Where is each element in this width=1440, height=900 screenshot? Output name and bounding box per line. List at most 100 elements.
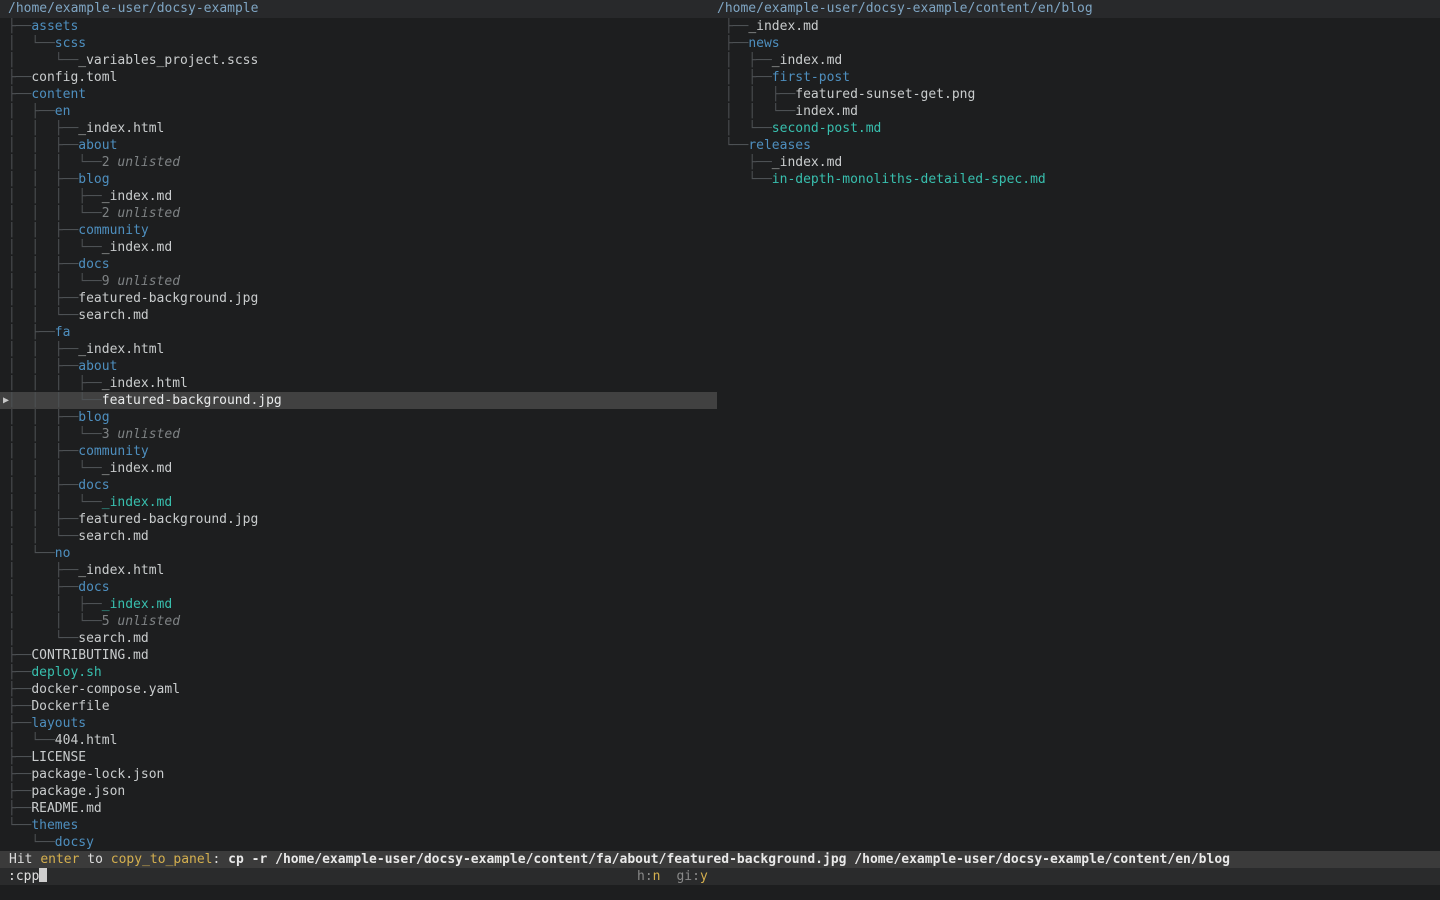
tree-row[interactable]: ├──deploy.sh	[0, 664, 717, 681]
tree-branch: ├──	[0, 87, 31, 102]
status-text: copy_to_panel	[111, 852, 213, 867]
tree-row[interactable]: ├──_index.md	[717, 18, 1440, 35]
tree-branch: │ └──	[0, 53, 78, 68]
tree-row[interactable]: ├──package-lock.json	[0, 766, 717, 783]
tree-branch: │ └──	[0, 36, 55, 51]
entry-name: unlisted	[110, 427, 180, 442]
tree-row[interactable]: │ │ │ └──_index.md	[0, 239, 717, 256]
entry-name: about	[78, 138, 117, 153]
tree-row-unlisted: │ │ │ └──3 unlisted	[0, 426, 717, 443]
entry-name: no	[55, 546, 71, 561]
entry-name: docs	[78, 478, 109, 493]
entry-name: fa	[55, 325, 71, 340]
unlisted-count: 2	[102, 206, 110, 221]
tree-row[interactable]: │ │ ├──blog	[0, 409, 717, 426]
tree-row[interactable]: │ │ ├──about	[0, 358, 717, 375]
entry-name: search.md	[78, 529, 148, 544]
tree-row[interactable]: │ ├──_index.md	[717, 52, 1440, 69]
tree-row[interactable]: │ └──search.md	[0, 630, 717, 647]
entry-name: themes	[31, 818, 78, 833]
entry-name: package-lock.json	[31, 767, 164, 782]
tree-branch: ├──	[0, 70, 31, 85]
tree-row[interactable]: ├──_index.md	[717, 154, 1440, 171]
tree-row[interactable]: │ ├──fa	[0, 324, 717, 341]
tree-row[interactable]: ├──config.toml	[0, 69, 717, 86]
tree-row[interactable]: ├──CONTRIBUTING.md	[0, 647, 717, 664]
tree-branch: ├──	[0, 665, 31, 680]
tree-branch: │ ├──	[0, 563, 78, 578]
tree-row[interactable]: ├──package.json	[0, 783, 717, 800]
tree-row[interactable]: │ │ ├──featured-background.jpg	[0, 511, 717, 528]
left-panel-path[interactable]: /home/example-user/docsy-example	[8, 0, 258, 18]
tree-row[interactable]: │ │ │ └──_index.md	[0, 494, 717, 511]
selection-arrow-icon: ▶	[3, 392, 9, 409]
entry-name: search.md	[78, 308, 148, 323]
tree-row[interactable]: │ ├──first-post	[717, 69, 1440, 86]
tree-row[interactable]: │ ├──_index.html	[0, 562, 717, 579]
entry-name: scss	[55, 36, 86, 51]
command-input-row[interactable]: :cpph:ngi:y	[0, 868, 1440, 885]
tree-row[interactable]: │ │ ├──community	[0, 443, 717, 460]
tree-row[interactable]: │ │ ├──blog	[0, 171, 717, 188]
tree-row[interactable]: │ │ ├──featured-sunset-get.png	[717, 86, 1440, 103]
tree-row[interactable]: └──releases	[717, 137, 1440, 154]
command-input-value[interactable]: :cpp	[0, 869, 39, 884]
tree-row[interactable]: │ ├──docs	[0, 579, 717, 596]
tree-row[interactable]: │ │ │ ├──_index.md	[0, 188, 717, 205]
tree-row[interactable]: │ ├──en	[0, 103, 717, 120]
tree-branch: │ └──	[0, 733, 55, 748]
tree-row[interactable]: │ │ ├──docs	[0, 477, 717, 494]
broot-window: /home/example-user/docsy-example /home/e…	[0, 0, 1440, 900]
tree-row[interactable]: │ │ │ ├──_index.html	[0, 375, 717, 392]
entry-name: LICENSE	[31, 750, 86, 765]
tree-row[interactable]: │ │ └──search.md	[0, 528, 717, 545]
entry-name: _index.md	[102, 597, 172, 612]
tree-row[interactable]: ├──docker-compose.yaml	[0, 681, 717, 698]
right-panel-path[interactable]: /home/example-user/docsy-example/content…	[717, 0, 1093, 18]
tree-row[interactable]: │ └──404.html	[0, 732, 717, 749]
tree-row[interactable]: │ │ ├──_index.html	[0, 341, 717, 358]
tree-row[interactable]: │ └──scss	[0, 35, 717, 52]
tree-row[interactable]: │ │ ├──docs	[0, 256, 717, 273]
tree-branch: │ │ ├──	[0, 172, 78, 187]
tree-row[interactable]: │ │ ├──featured-background.jpg	[0, 290, 717, 307]
tree-row[interactable]: ├──Dockerfile	[0, 698, 717, 715]
tree-row[interactable]: │ │ ├──community	[0, 222, 717, 239]
tree-branch: │ │ ├──	[0, 444, 78, 459]
tree-row[interactable]: │ │ └──index.md	[717, 103, 1440, 120]
unlisted-count: 3	[102, 427, 110, 442]
tree-row[interactable]: ├──content	[0, 86, 717, 103]
entry-name: community	[78, 444, 148, 459]
tree-row[interactable]: ├──assets	[0, 18, 717, 35]
tree-row[interactable]: ▶ │ │ │ └──featured-background.jpg	[0, 392, 717, 409]
tree-branch: ├──	[0, 682, 31, 697]
tree-row[interactable]: └──docsy	[0, 834, 717, 851]
tree-row[interactable]: │ │ ├──_index.html	[0, 120, 717, 137]
flag-value: n	[653, 869, 661, 884]
tree-row[interactable]: │ └──no	[0, 545, 717, 562]
flag-label: h:	[637, 869, 653, 884]
tree-branch: │ │ │ └──	[0, 240, 102, 255]
entry-name: featured-background.jpg	[78, 291, 258, 306]
tree-row[interactable]: │ └──second-post.md	[717, 120, 1440, 137]
left-panel-tree: ├──assets │ └──scss │ └──_variables_proj…	[0, 18, 717, 851]
tree-row[interactable]: │ │ ├──_index.md	[0, 596, 717, 613]
tree-branch: │ │ │ └──	[0, 206, 102, 221]
tree-row[interactable]: ├──layouts	[0, 715, 717, 732]
tree-row[interactable]: │ └──_variables_project.scss	[0, 52, 717, 69]
tree-branch: ├──	[0, 699, 31, 714]
tree-row[interactable]: ├──LICENSE	[0, 749, 717, 766]
tree-row-unlisted: │ │ │ └──2 unlisted	[0, 154, 717, 171]
entry-name: featured-sunset-get.png	[795, 87, 975, 102]
tree-row[interactable]: │ │ ├──about	[0, 137, 717, 154]
tree-row[interactable]: │ │ └──search.md	[0, 307, 717, 324]
tree-row[interactable]: └──themes	[0, 817, 717, 834]
tree-row[interactable]: └──in-depth-monoliths-detailed-spec.md	[717, 171, 1440, 188]
status-text: Hit	[9, 852, 40, 867]
tree-row[interactable]: ├──README.md	[0, 800, 717, 817]
unlisted-count: 2	[102, 155, 110, 170]
tree-row[interactable]: │ │ │ └──_index.md	[0, 460, 717, 477]
tree-row[interactable]: ├──news	[717, 35, 1440, 52]
flag-label: gi:	[676, 869, 699, 884]
entry-name: docs	[78, 257, 109, 272]
